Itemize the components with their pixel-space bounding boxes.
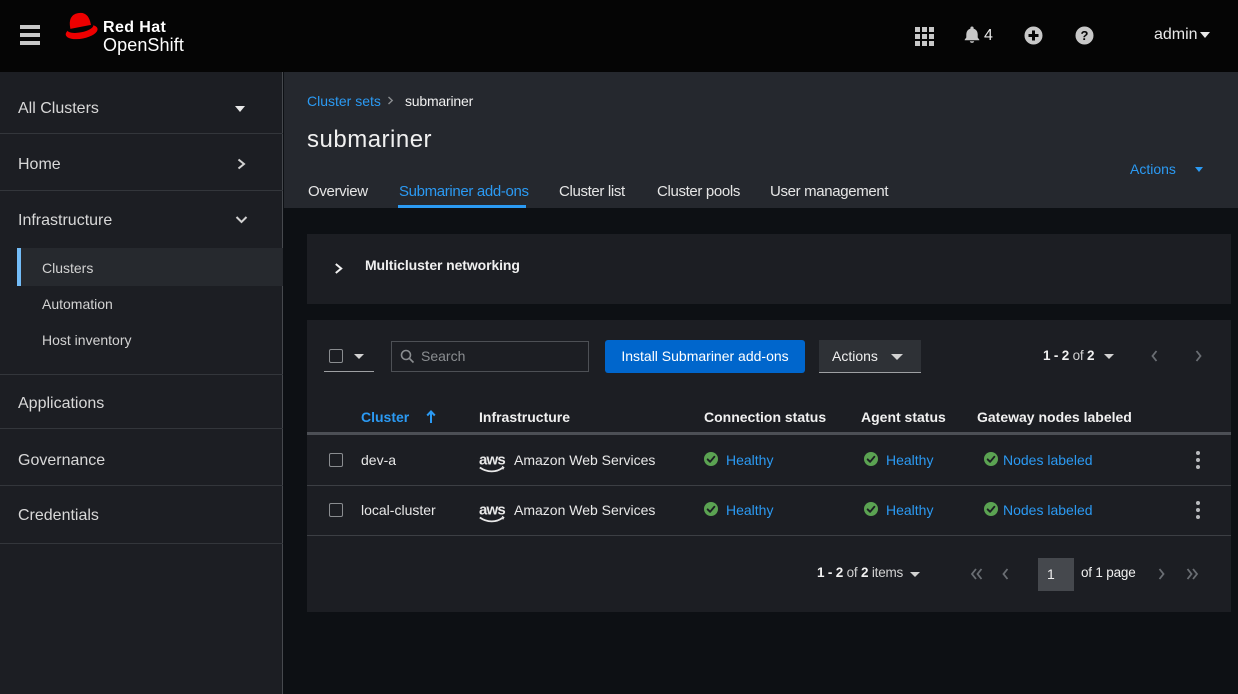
svg-text:?: ? bbox=[1081, 28, 1089, 43]
